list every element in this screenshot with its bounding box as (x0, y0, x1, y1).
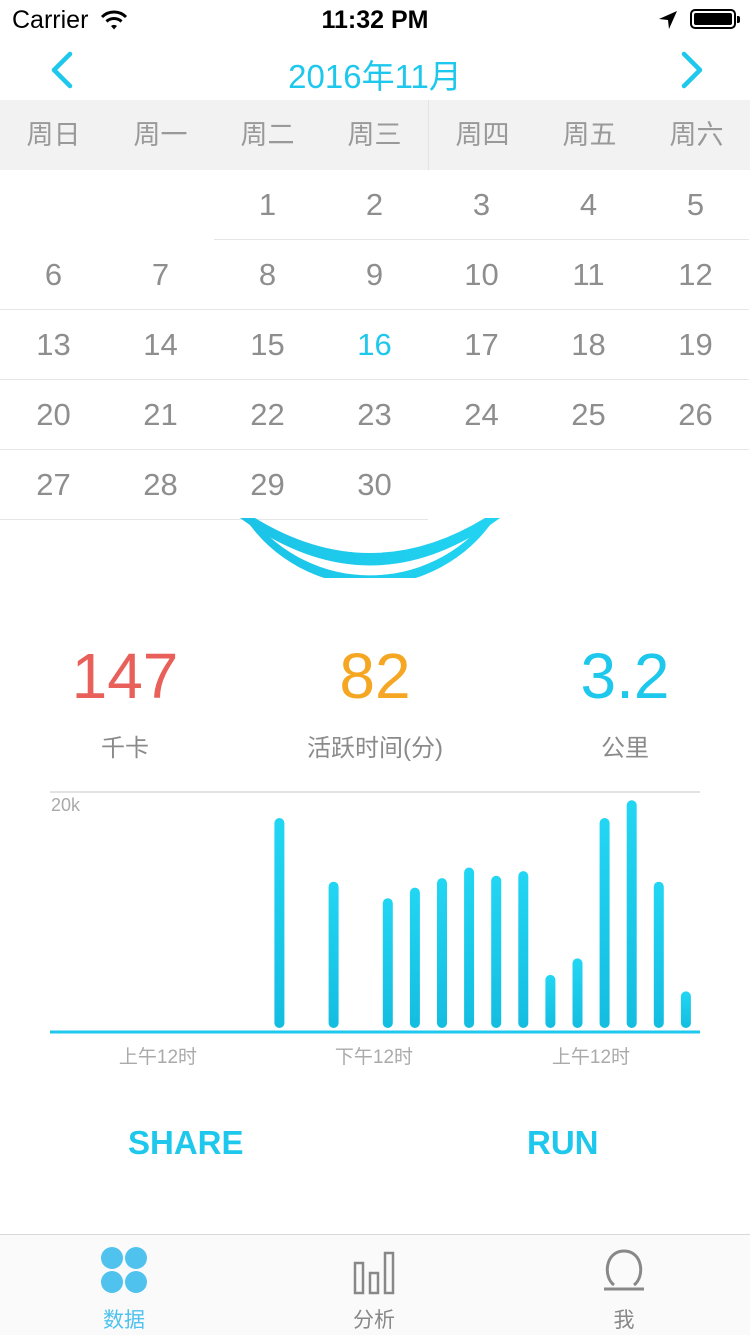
calendar-day[interactable]: 8 (214, 240, 321, 310)
calories-stat: 147 千卡 (0, 636, 250, 763)
calendar-day[interactable]: 4 (535, 170, 642, 240)
tab-analysis[interactable]: 分析 (314, 1245, 434, 1334)
tab-data[interactable]: 数据 (64, 1245, 184, 1334)
calendar-day[interactable]: 15 (214, 310, 321, 380)
calendar-empty-cell (642, 450, 749, 520)
active-time-value: 82 (339, 640, 411, 712)
calendar-week-row: 27 28 29 30 (0, 450, 750, 520)
x-tick-label: 上午12时 (552, 1046, 630, 1068)
calendar-day[interactable]: 28 (107, 450, 214, 520)
tab-me[interactable]: 我 (564, 1245, 684, 1334)
chart-bar (545, 974, 556, 1028)
month-header: 2016年11月 (0, 40, 750, 100)
calendar-week-row: 12345 (0, 170, 750, 240)
chart-bar (680, 991, 691, 1028)
distance-stat: 3.2 公里 (500, 636, 750, 763)
calendar-grid: 1 2 3 4 5 6 7 8 9 10 11 12 13 14 15 16 17 18 19 20 21 22 23 24 2… (0, 170, 750, 520)
chart-bar (437, 878, 447, 1028)
distance-label: 公里 (601, 735, 649, 762)
calendar-day[interactable]: 21 (107, 380, 214, 450)
weekday-label: 周六 (669, 120, 724, 150)
calendar-day[interactable]: 14 (107, 310, 214, 380)
tab-me-label: 我 (613, 1309, 635, 1332)
weekday-label: 周一 (133, 120, 188, 150)
calendar-empty-cell (428, 450, 535, 520)
calendar-day[interactable]: 1 (214, 170, 321, 240)
calendar-empty-cell (535, 450, 642, 520)
bar-chart-icon (353, 1251, 395, 1295)
calendar-day[interactable]: 22 (214, 380, 321, 450)
chart-bar (653, 881, 664, 1028)
calories-label: 千卡 (101, 735, 149, 762)
next-month-button[interactable] (670, 50, 710, 90)
calendar-day[interactable]: 11 (535, 240, 642, 310)
calendar-day[interactable]: 2 (321, 170, 428, 240)
calendar-day[interactable]: 19 (642, 310, 749, 380)
chart-bar (626, 800, 637, 1028)
month-title: 2016年11月 (288, 58, 462, 95)
calendar-day[interactable]: 26 (642, 380, 749, 450)
chart-bar (328, 881, 339, 1028)
calendar-day[interactable]: 13 (0, 310, 107, 380)
calendar-day[interactable]: 20 (0, 380, 107, 450)
tab-data-label: 数据 (103, 1309, 145, 1332)
calendar-day[interactable]: 17 (428, 310, 535, 380)
weekday-label: 周四 (455, 120, 510, 150)
calendar-day[interactable]: 27 (0, 450, 107, 520)
run-button[interactable]: RUN (527, 1124, 599, 1162)
chart-bar (599, 818, 610, 1028)
tab-analysis-label: 分析 (353, 1309, 395, 1332)
weekday-header: 周日 周一 周二 周三 周四 周五 周六 (0, 100, 750, 170)
active-time-label: 活跃时间(分) (307, 735, 443, 762)
calendar-day[interactable]: 25 (535, 380, 642, 450)
calendar-day[interactable]: 9 (321, 240, 428, 310)
hourly-steps-chart: 20k 上午12时 下午12时 上午12时 (50, 791, 700, 1068)
weekday-label: 周三 (321, 100, 429, 170)
weekday-label: 周日 (26, 120, 81, 150)
calendar-day[interactable]: 3 (428, 170, 535, 240)
x-tick-label: 上午12时 (119, 1046, 197, 1068)
data-icon (101, 1247, 147, 1293)
weekday-label: 周五 (562, 120, 617, 150)
location-arrow-icon (659, 11, 677, 29)
calendar-empty-cell (107, 170, 214, 240)
distance-value: 3.2 (580, 640, 670, 712)
calendar-day[interactable]: 10 (428, 240, 535, 310)
chart-bar (409, 887, 420, 1028)
tab-bar: 数据 分析 我 (0, 1234, 750, 1335)
calendar-empty-cell (0, 170, 107, 240)
calendar-day[interactable]: 6 (0, 240, 107, 310)
calendar-week-row: 20 21 22 23 24 25 26 (0, 380, 750, 450)
calendar-day[interactable]: 30 (321, 450, 428, 520)
calendar-day[interactable]: 16 (321, 310, 428, 380)
chart-bar (382, 898, 393, 1028)
calendar-week-row: 6 7 8 9 10 11 12 (0, 240, 750, 310)
calendar-day[interactable]: 5 (642, 170, 749, 240)
chart-bar (274, 818, 285, 1028)
weekday-label: 周二 (240, 120, 295, 150)
calendar-day[interactable]: 24 (428, 380, 535, 450)
chart-bar (572, 958, 583, 1028)
x-tick-label: 下午12时 (335, 1046, 413, 1068)
chart-bar (518, 871, 529, 1028)
calendar-day[interactable]: 23 (321, 380, 428, 450)
calendar-day[interactable]: 29 (214, 450, 321, 520)
calendar-day[interactable]: 12 (642, 240, 749, 310)
chart-bar (491, 875, 502, 1028)
profile-icon (604, 1249, 644, 1291)
calendar-day[interactable]: 18 (535, 310, 642, 380)
activity-ring (230, 518, 510, 578)
share-button[interactable]: SHARE (128, 1124, 244, 1162)
status-time: 11:32 PM (321, 6, 429, 34)
calories-value: 147 (71, 640, 179, 712)
battery-icon (690, 9, 740, 29)
status-bar: Carrier 11:32 PM (0, 0, 750, 40)
chart-bar (464, 867, 475, 1028)
y-max-label: 20k (51, 795, 81, 815)
active-time-stat: 82 活跃时间(分) (250, 636, 500, 763)
calendar-week-row: 13 14 15 16 17 18 19 (0, 310, 750, 380)
calendar-day[interactable]: 7 (107, 240, 214, 310)
